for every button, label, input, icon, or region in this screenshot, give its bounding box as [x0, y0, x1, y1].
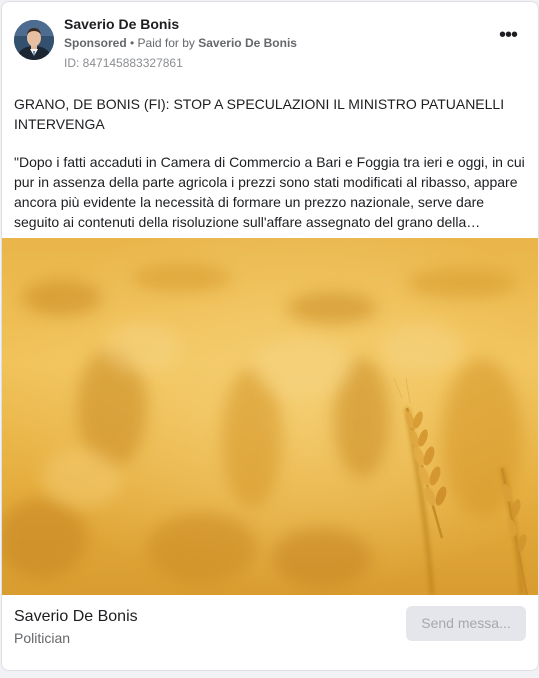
footer-page-name[interactable]: Saverio De Bonis — [14, 608, 138, 626]
ad-header: Saverio De Bonis Sponsored • Paid for by… — [2, 2, 538, 74]
paid-for-name: Saverio De Bonis — [198, 36, 297, 50]
ad-image[interactable] — [2, 238, 538, 595]
wheat-field-photo — [2, 238, 538, 595]
ad-body-text: "Dopo i fatti accaduti in Camera di Comm… — [14, 154, 525, 230]
page-name[interactable]: Saverio De Bonis — [64, 16, 179, 32]
ad-title: GRANO, DE BONIS (FI): STOP A SPECULAZION… — [14, 96, 505, 132]
send-message-button[interactable]: Send messa... — [406, 606, 526, 641]
avatar[interactable] — [14, 20, 54, 60]
sponsored-line: Sponsored • Paid for by Saverio De Bonis — [64, 36, 297, 50]
paid-for-prefix: Paid for by — [137, 36, 199, 50]
sponsored-label: Sponsored — [64, 36, 127, 50]
page-category: Politician — [14, 630, 71, 646]
more-options-icon[interactable]: ••• — [496, 25, 520, 52]
avatar-photo — [14, 20, 54, 60]
ad-id: ID: 847145883327861 — [64, 56, 183, 70]
ad-card: Saverio De Bonis Sponsored • Paid for by… — [1, 1, 539, 671]
separator-dot: • — [126, 36, 138, 50]
ad-footer: Saverio De Bonis Politician Send messa..… — [2, 596, 538, 670]
